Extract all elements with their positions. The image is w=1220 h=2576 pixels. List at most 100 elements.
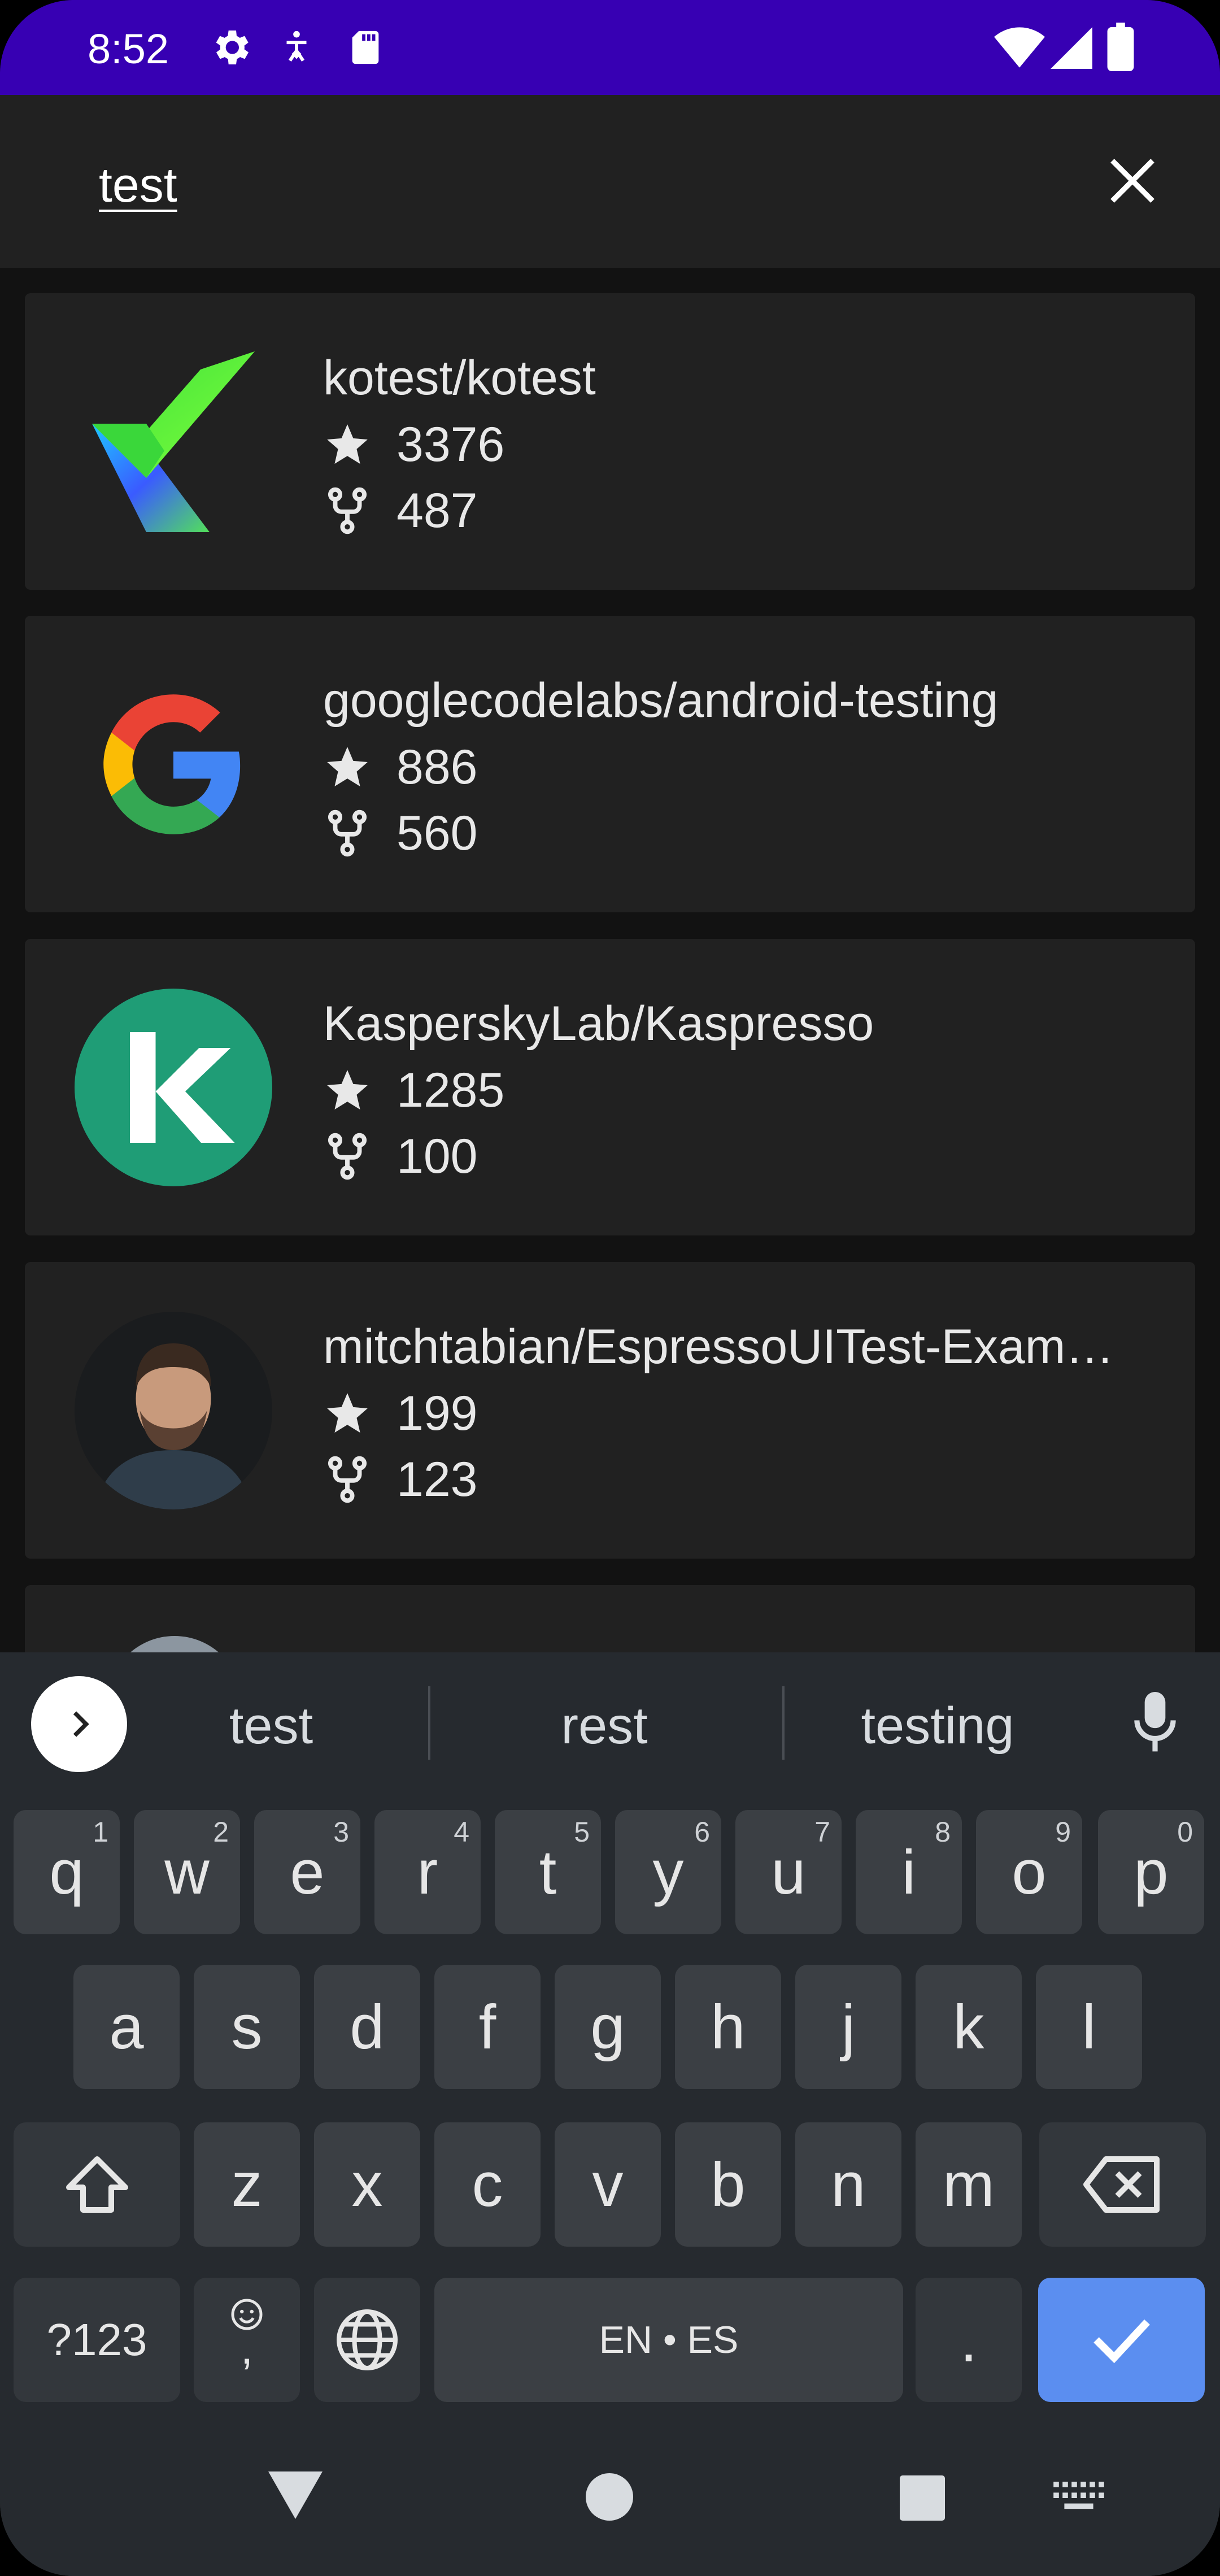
star-icon xyxy=(327,747,368,787)
backspace-key[interactable] xyxy=(1039,2122,1206,2247)
star-icon xyxy=(327,1070,368,1110)
close-icon xyxy=(1110,159,1154,203)
key-q[interactable]: q1 xyxy=(14,1810,120,1934)
suggestion-2[interactable]: rest xyxy=(441,1683,768,1768)
signal-icon xyxy=(1051,27,1092,69)
recents-icon[interactable] xyxy=(900,2475,945,2521)
key-u[interactable]: u7 xyxy=(735,1810,842,1934)
phone-screen: 8:52 test kotest/kotest 3376 487 googlec… xyxy=(0,0,1220,2576)
chevron-right-icon xyxy=(73,1711,89,1737)
key-e[interactable]: e3 xyxy=(254,1810,360,1934)
repo-name: kotest/kotest xyxy=(323,351,596,405)
key-i[interactable]: i8 xyxy=(856,1810,962,1934)
fork-icon xyxy=(328,1456,367,1503)
repo-card[interactable]: mitchtabian/EspressoUITest-Exam… 199 123 xyxy=(25,1262,1195,1559)
space-key[interactable]: EN • ES xyxy=(434,2278,903,2402)
key-g[interactable]: g xyxy=(555,1965,661,2089)
emoji-comma-key[interactable]: , xyxy=(194,2278,300,2402)
search-bar xyxy=(0,95,1220,268)
key-p[interactable]: p0 xyxy=(1098,1810,1204,1934)
key-l[interactable]: l xyxy=(1036,1965,1142,2089)
back-icon[interactable] xyxy=(268,2471,323,2519)
star-stat: 886 xyxy=(323,739,478,795)
symbols-key[interactable]: ?123 xyxy=(14,2278,180,2402)
key-t[interactable]: t5 xyxy=(495,1810,601,1934)
key-y[interactable]: y6 xyxy=(615,1810,721,1934)
battery-icon xyxy=(1107,23,1134,71)
repo-card[interactable]: kotest/kotest 3376 487 xyxy=(25,293,1195,590)
star-icon xyxy=(327,424,368,464)
microphone-icon xyxy=(1134,1692,1176,1752)
suggestion-1[interactable]: test xyxy=(136,1683,407,1768)
user-photo xyxy=(75,1312,272,1509)
star-stat: 1285 xyxy=(323,1062,504,1119)
repo-name: KasperskyLab/Kaspresso xyxy=(323,997,874,1051)
key-j[interactable]: j xyxy=(795,1965,901,2089)
key-v[interactable]: v xyxy=(555,2122,661,2247)
star-stat: 199 xyxy=(323,1385,478,1442)
key-f[interactable]: f xyxy=(434,1965,541,2089)
star-stat: 3376 xyxy=(323,416,504,473)
fork-icon xyxy=(328,487,367,534)
voice-input-button[interactable] xyxy=(1118,1686,1192,1760)
key-s[interactable]: s xyxy=(194,1965,300,2089)
key-c[interactable]: c xyxy=(434,2122,541,2247)
fork-count: 560 xyxy=(396,806,478,860)
checkmark-icon xyxy=(1093,2319,1150,2364)
star-count: 3376 xyxy=(396,417,505,472)
key-o[interactable]: o9 xyxy=(976,1810,1082,1934)
fork-stat: 487 xyxy=(323,482,478,539)
star-count: 1285 xyxy=(396,1063,505,1117)
fork-count: 100 xyxy=(396,1129,478,1183)
google-logo xyxy=(75,665,272,863)
wifi-icon xyxy=(994,27,1045,68)
fork-count: 123 xyxy=(396,1452,478,1507)
home-icon[interactable] xyxy=(586,2473,633,2521)
key-w[interactable]: w2 xyxy=(134,1810,240,1934)
suggestion-strip: test rest testing xyxy=(0,1652,1220,1796)
period-key[interactable]: . xyxy=(916,2278,1022,2402)
star-count: 199 xyxy=(396,1386,478,1441)
suggestion-divider xyxy=(782,1686,785,1760)
sd-card-icon xyxy=(352,31,379,64)
status-bar: 8:52 xyxy=(0,0,1220,95)
settings-icon xyxy=(216,31,249,64)
key-a[interactable]: a xyxy=(73,1965,180,2089)
repo-card[interactable]: KasperskyLab/Kaspresso 1285 100 xyxy=(25,939,1195,1235)
suggestion-3[interactable]: testing xyxy=(791,1683,1084,1768)
fork-icon xyxy=(328,810,367,857)
kotest-logo xyxy=(75,343,272,541)
key-d[interactable]: d xyxy=(314,1965,420,2089)
comma-label: , xyxy=(240,2323,254,2373)
key-z[interactable]: z xyxy=(194,2122,300,2247)
suggestion-divider xyxy=(428,1686,430,1760)
key-h[interactable]: h xyxy=(675,1965,781,2089)
key-b[interactable]: b xyxy=(675,2122,781,2247)
accessibility-icon xyxy=(286,31,307,62)
key-m[interactable]: m xyxy=(916,2122,1022,2247)
shift-key[interactable] xyxy=(14,2122,180,2247)
language-key[interactable] xyxy=(314,2278,420,2402)
fork-stat: 123 xyxy=(323,1451,478,1508)
shift-icon xyxy=(66,2156,128,2213)
key-r[interactable]: r4 xyxy=(374,1810,481,1934)
repo-name: mitchtabian/EspressoUITest-Exam… xyxy=(323,1320,1114,1374)
enter-key[interactable] xyxy=(1038,2278,1205,2402)
expand-toolbar-button[interactable] xyxy=(31,1676,127,1772)
status-time: 8:52 xyxy=(88,25,169,72)
key-x[interactable]: x xyxy=(314,2122,420,2247)
globe-icon xyxy=(337,2309,398,2370)
fork-stat: 100 xyxy=(323,1128,478,1185)
search-input[interactable] xyxy=(99,151,1059,219)
clear-search-button[interactable] xyxy=(1093,141,1172,220)
navigation-bar xyxy=(0,2435,1220,2576)
star-count: 886 xyxy=(396,740,478,794)
keyboard-icon[interactable] xyxy=(1052,2480,1106,2516)
repo-card[interactable]: googlecodelabs/android-testing 886 560 xyxy=(25,616,1195,912)
fork-count: 487 xyxy=(396,484,478,538)
fork-stat: 560 xyxy=(323,805,478,861)
kaspersky-logo xyxy=(75,989,272,1186)
key-n[interactable]: n xyxy=(795,2122,901,2247)
key-k[interactable]: k xyxy=(916,1965,1022,2089)
backspace-icon xyxy=(1083,2156,1160,2213)
